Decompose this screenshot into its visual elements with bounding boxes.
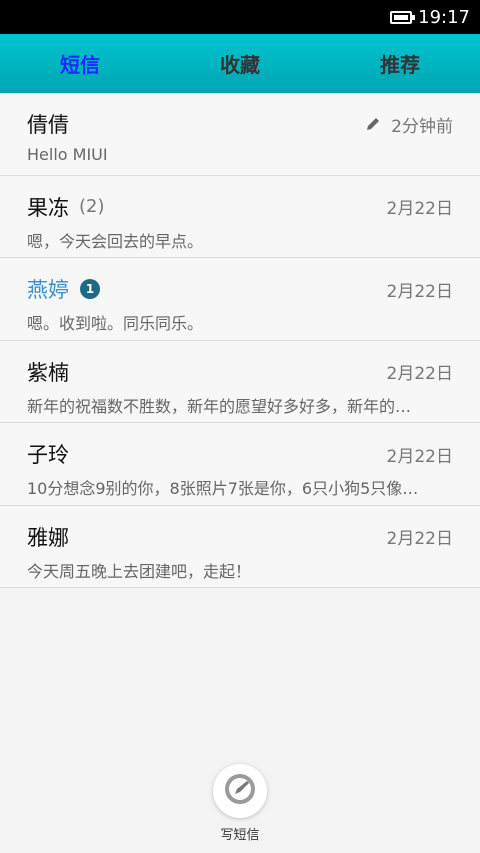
contact-name: 子玲	[27, 443, 69, 467]
conversation-time: 2月22日	[386, 364, 453, 384]
conversation-item[interactable]: 燕婷 1 2月22日 嗯。收到啦。同乐同乐。	[0, 258, 480, 341]
conversation-time: 2月22日	[386, 529, 453, 549]
unread-badge: 1	[80, 279, 100, 299]
pencil-icon	[365, 116, 381, 132]
contact-name: 雅娜	[27, 525, 69, 550]
tab-bar: 短信 收藏 推荐	[0, 34, 480, 93]
message-preview: 10分想念9别的你，8张照片7张是你，6只小狗5只像…	[27, 479, 419, 498]
conversation-item[interactable]: 紫楠 2月22日 新年的祝福数不胜数，新年的愿望好多好多，新年的…	[0, 341, 480, 423]
status-time: 19:17	[418, 6, 470, 28]
tab-recommended[interactable]: 推荐	[320, 49, 480, 78]
conversation-item[interactable]: 雅娜 2月22日 今天周五晚上去团建吧，走起！	[0, 506, 480, 588]
status-bar: 19:17	[0, 0, 480, 34]
contact-name: 燕婷	[27, 278, 69, 302]
compose-label: 写短信	[220, 828, 260, 843]
contact-name: 紫楠	[27, 360, 69, 385]
conversation-time: 2月22日	[386, 281, 453, 302]
battery-icon	[390, 10, 416, 24]
compose-area: 写短信	[0, 764, 480, 843]
contact-name: 果冻	[27, 195, 69, 220]
conversation-item[interactable]: 果冻 (2) 2月22日 嗯，今天会回去的早点。	[0, 176, 480, 258]
message-preview: Hello MIUI	[27, 145, 108, 164]
message-preview: 嗯，今天会回去的早点。	[27, 231, 204, 251]
compose-button[interactable]	[213, 764, 267, 818]
conversation-item[interactable]: 倩倩 2分钟前 Hello MIUI	[0, 93, 480, 176]
compose-icon	[223, 772, 257, 810]
tab-favorites[interactable]: 收藏	[160, 49, 320, 78]
conversation-list: 倩倩 2分钟前 Hello MIUI 果冻 (2) 2月22日 嗯，今天会回去的…	[0, 93, 480, 588]
message-preview: 嗯。收到啦。同乐同乐。	[27, 314, 204, 333]
conversation-time: 2分钟前	[391, 116, 453, 137]
conversation-time: 2月22日	[386, 199, 453, 219]
message-preview: 新年的祝福数不胜数，新年的愿望好多好多，新年的…	[27, 396, 412, 416]
conversation-item[interactable]: 子玲 2月22日 10分想念9别的你，8张照片7张是你，6只小狗5只像…	[0, 423, 480, 506]
tab-sms[interactable]: 短信	[0, 49, 160, 78]
message-preview: 今天周五晚上去团建吧，走起！	[27, 561, 252, 581]
contact-name: 倩倩	[27, 113, 69, 137]
conversation-time: 2月22日	[386, 446, 453, 467]
message-count: (2)	[79, 196, 105, 217]
